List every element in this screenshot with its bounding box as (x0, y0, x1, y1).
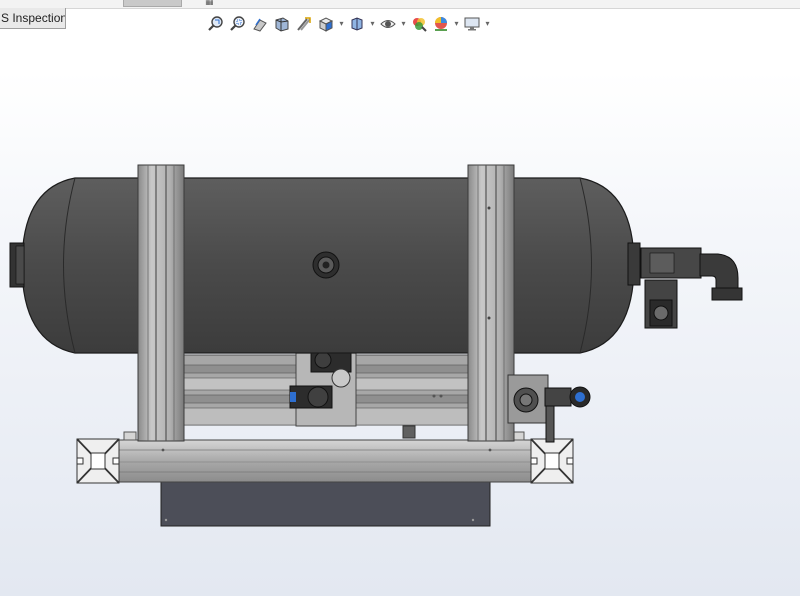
right-upright (467, 164, 515, 442)
base-block (160, 480, 491, 527)
right-profile-end (530, 438, 574, 484)
cad-model-viewport[interactable] (0, 0, 800, 596)
left-upright (137, 164, 185, 442)
outlet-fittings (627, 242, 743, 329)
air-tank (9, 177, 635, 354)
left-profile-end (76, 438, 120, 484)
